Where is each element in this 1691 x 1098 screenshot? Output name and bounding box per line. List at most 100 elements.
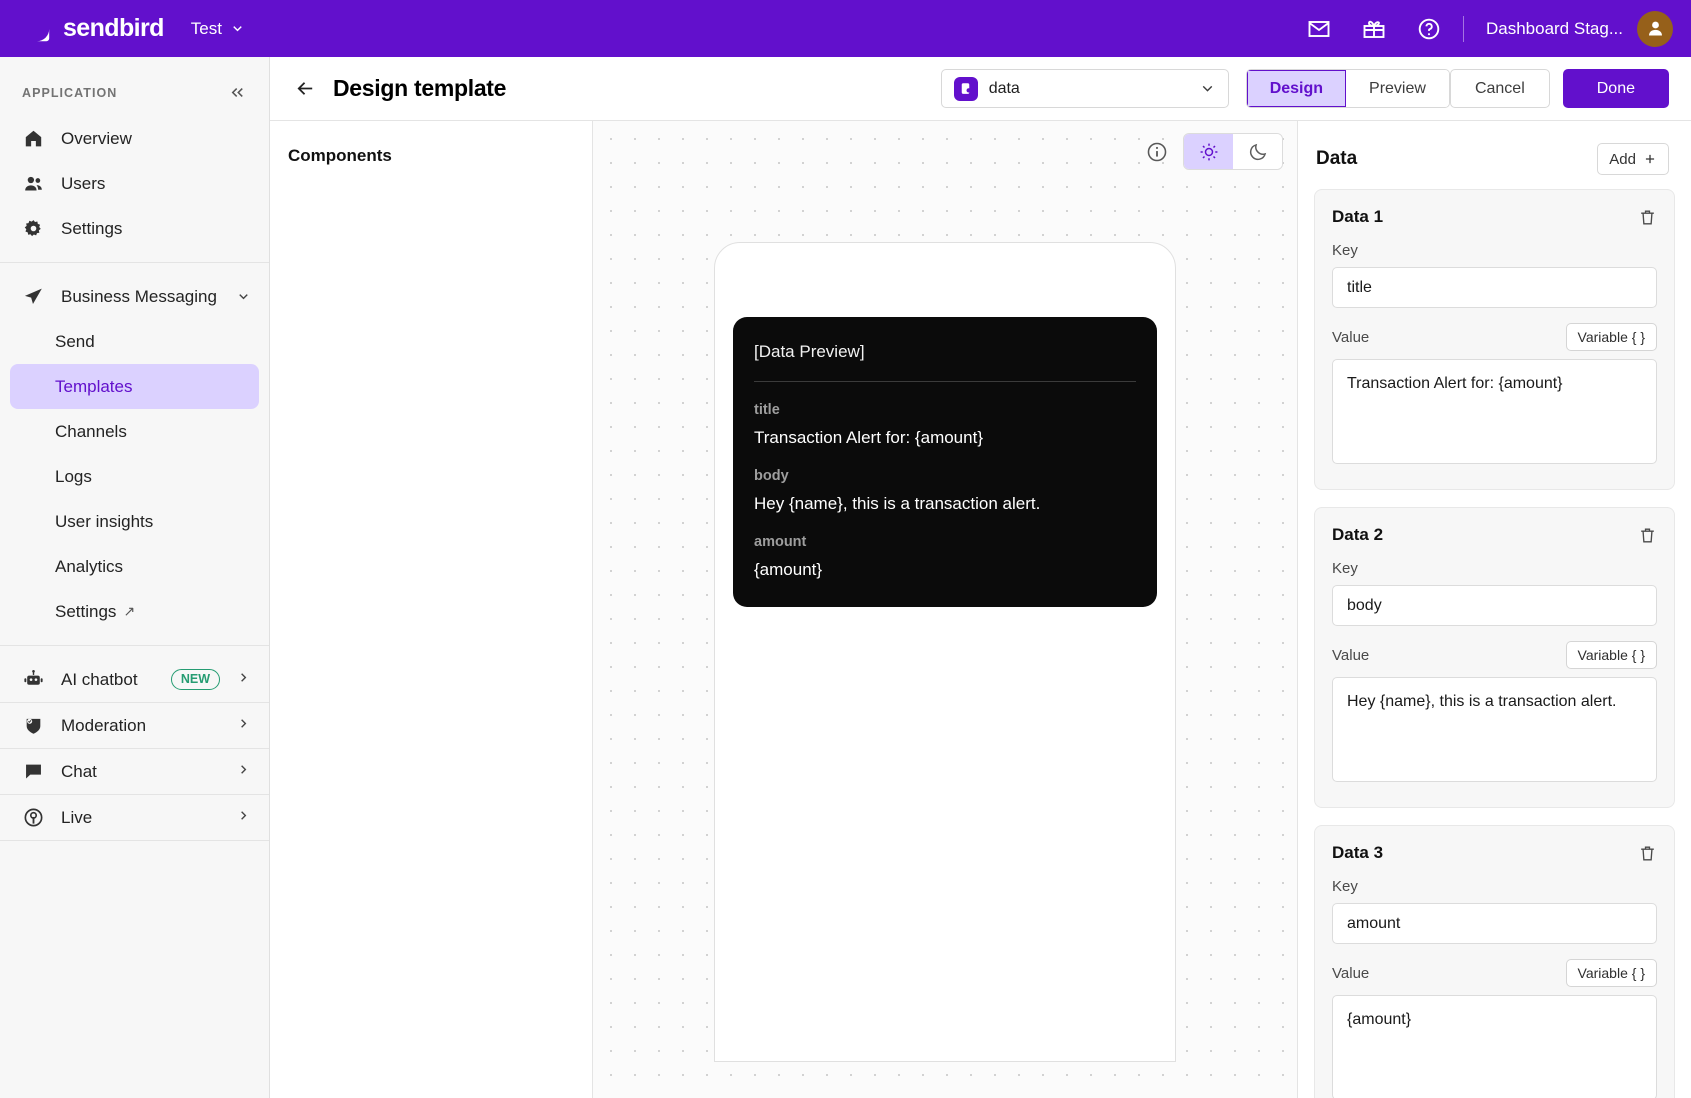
info-icon[interactable] (1146, 141, 1168, 163)
sun-icon (1199, 142, 1219, 162)
page-header: Design template data Design Preview Canc… (270, 57, 1691, 121)
sidebar-item-ai-chatbot[interactable]: AI chatbot NEW (0, 657, 269, 702)
preview-field-value: Hey {name}, this is a transaction alert. (754, 493, 1136, 516)
app-switcher[interactable]: Test (191, 19, 245, 39)
plus-icon (1643, 152, 1657, 166)
chevron-right-icon (236, 716, 251, 735)
data-item-header: Data 1 (1332, 207, 1657, 227)
value-textarea[interactable] (1332, 677, 1657, 782)
key-field-label: Key (1332, 878, 1657, 895)
data-item-card: Data 3 Key Value Variable { } (1314, 825, 1675, 1098)
chevron-down-icon (230, 21, 245, 36)
delete-data-button[interactable] (1638, 844, 1657, 863)
sidebar-item-send[interactable]: Send (10, 319, 259, 364)
preview-field-value: {amount} (754, 559, 1136, 582)
header-actions: Cancel Done (1450, 69, 1669, 108)
light-mode-button[interactable] (1184, 134, 1233, 169)
variable-button[interactable]: Variable { } (1566, 959, 1657, 987)
data-item-header: Data 3 (1332, 843, 1657, 863)
sidebar-item-logs[interactable]: Logs (10, 454, 259, 499)
value-textarea[interactable] (1332, 995, 1657, 1098)
sidebar-header: APPLICATION (0, 57, 269, 116)
template-icon (954, 77, 978, 101)
sidebar-item-label: Channels (55, 422, 127, 442)
sidebar-item-channels[interactable]: Channels (10, 409, 259, 454)
sidebar-item-moderation[interactable]: Moderation (0, 703, 269, 748)
value-field-row: Value Variable { } (1332, 641, 1657, 669)
moon-icon (1248, 142, 1268, 162)
sidebar-item-settings[interactable]: Settings (0, 206, 269, 251)
account-menu[interactable]: Dashboard Stag... (1486, 11, 1673, 47)
avatar[interactable] (1637, 11, 1673, 47)
trash-icon (1638, 526, 1657, 545)
tab-preview[interactable]: Preview (1346, 70, 1449, 107)
sidebar-item-live[interactable]: Live (0, 795, 269, 840)
gear-icon (22, 217, 45, 240)
delete-data-button[interactable] (1638, 526, 1657, 545)
design-canvas[interactable]: [Data Preview] title Transaction Alert f… (593, 121, 1297, 1098)
canvas-toolbar (1146, 133, 1283, 170)
preview-card-title: [Data Preview] (754, 342, 1136, 362)
data-panel: Data Add Data 1 Key (1297, 121, 1691, 1098)
sendbird-logo-icon (22, 14, 52, 44)
data-panel-header: Data Add (1298, 121, 1691, 189)
preview-card-divider (754, 381, 1136, 382)
chat-icon (22, 760, 45, 783)
value-textarea[interactable] (1332, 359, 1657, 464)
chevrons-left-icon (228, 83, 247, 102)
sidebar-item-users[interactable]: Users (0, 161, 269, 206)
sidebar-item-bm-settings[interactable]: Settings ↗ (10, 589, 259, 634)
mail-icon[interactable] (1307, 17, 1331, 41)
sidebar-item-user-insights[interactable]: User insights (10, 499, 259, 544)
mode-toggle-group: Design Preview (1246, 69, 1450, 108)
variable-button[interactable]: Variable { } (1566, 323, 1657, 351)
data-item-card: Data 1 Key Value Variable { } (1314, 189, 1675, 490)
sidebar-item-label: AI chatbot (61, 670, 146, 690)
add-button-label: Add (1609, 151, 1636, 168)
main-content: Design template data Design Preview Canc… (270, 57, 1691, 1098)
sidebar-item-business-messaging[interactable]: Business Messaging (0, 274, 269, 319)
cancel-button[interactable]: Cancel (1450, 69, 1550, 108)
sidebar-item-overview[interactable]: Overview (0, 116, 269, 161)
sidebar-item-templates[interactable]: Templates (10, 364, 259, 409)
sidebar-group-divider (0, 840, 269, 841)
sidebar-item-label: User insights (55, 512, 153, 532)
chevron-right-icon (236, 670, 251, 689)
shield-check-icon (22, 714, 45, 737)
collapse-sidebar-button[interactable] (228, 83, 247, 102)
sidebar-item-label: Settings (55, 602, 116, 622)
topbar-icon-group (1307, 17, 1441, 41)
done-button[interactable]: Done (1563, 69, 1669, 108)
sidebar-item-label: Live (61, 808, 220, 828)
sidebar-item-label: Business Messaging (61, 287, 220, 307)
template-select[interactable]: data (941, 69, 1229, 108)
chevron-right-icon (236, 808, 251, 827)
sidebar-item-label: Templates (55, 377, 132, 397)
gift-icon[interactable] (1362, 17, 1386, 41)
key-input[interactable] (1332, 585, 1657, 626)
help-icon[interactable] (1417, 17, 1441, 41)
data-item-title: Data 1 (1332, 207, 1383, 227)
tab-design[interactable]: Design (1247, 70, 1346, 107)
sidebar-item-chat[interactable]: Chat (0, 749, 269, 794)
sidebar: APPLICATION Overview Users Settings (0, 57, 270, 1098)
template-select-value: data (989, 80, 1020, 98)
dark-mode-button[interactable] (1233, 134, 1282, 169)
phone-frame: [Data Preview] title Transaction Alert f… (714, 242, 1176, 1062)
data-panel-title: Data (1316, 148, 1357, 170)
users-icon (22, 172, 45, 195)
back-button[interactable] (289, 73, 321, 105)
brand-logo[interactable]: sendbird (22, 14, 164, 44)
sidebar-divider (0, 645, 269, 646)
key-input[interactable] (1332, 903, 1657, 944)
sidebar-item-analytics[interactable]: Analytics (10, 544, 259, 589)
app-switcher-label: Test (191, 19, 222, 39)
variable-button[interactable]: Variable { } (1566, 641, 1657, 669)
account-name: Dashboard Stag... (1486, 19, 1623, 39)
sidebar-item-label: Settings (61, 219, 251, 239)
add-data-button[interactable]: Add (1597, 143, 1669, 175)
key-input[interactable] (1332, 267, 1657, 308)
delete-data-button[interactable] (1638, 208, 1657, 227)
preview-field: title Transaction Alert for: {amount} (754, 402, 1136, 450)
key-field-label: Key (1332, 560, 1657, 577)
